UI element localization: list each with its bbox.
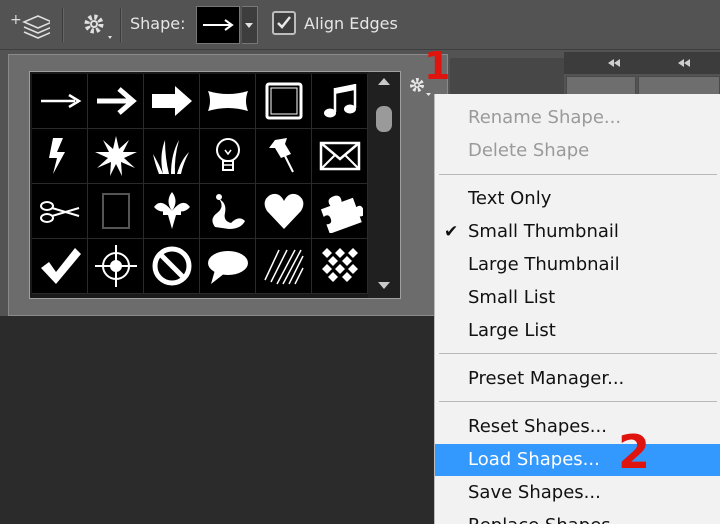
- shape-grid-scrollbar[interactable]: [368, 72, 400, 298]
- gear-icon[interactable]: [80, 10, 116, 46]
- shape-arrow[interactable]: [88, 74, 144, 129]
- shape-scissors[interactable]: [32, 184, 88, 239]
- shape-picker-swatch[interactable]: [196, 6, 240, 44]
- checkmark-icon: ✔: [444, 222, 459, 242]
- shape-picker-panel: [8, 54, 448, 316]
- shape-no-sign[interactable]: [144, 239, 200, 294]
- align-edges-checkbox[interactable]: [272, 11, 296, 35]
- shape-frame-thin[interactable]: [88, 184, 144, 239]
- menu-item-delete-shape: Delete Shape: [468, 140, 590, 161]
- menu-separator: [439, 174, 717, 175]
- shape-grid: [32, 74, 368, 294]
- shape-fleur-de-lis[interactable]: [144, 184, 200, 239]
- shape-ornament[interactable]: [200, 184, 256, 239]
- menu-separator: [439, 353, 717, 354]
- align-edges-label: Align Edges: [304, 14, 398, 33]
- checkbox-icon: [277, 16, 291, 29]
- scroll-down-arrow-icon[interactable]: [378, 282, 390, 289]
- menu-separator: [439, 401, 717, 402]
- shape-music-note[interactable]: [312, 74, 368, 129]
- collapse-icon[interactable]: [564, 52, 720, 74]
- shape-thick-arrow[interactable]: [144, 74, 200, 129]
- svg-text:+: +: [10, 12, 22, 28]
- menu-item-save-shapes[interactable]: Save Shapes...: [435, 477, 720, 509]
- menu-item-label: Small Thumbnail: [468, 221, 619, 242]
- shape-light-bulb[interactable]: [200, 129, 256, 184]
- shape-lightning[interactable]: [32, 129, 88, 184]
- toolbar-divider: [120, 8, 121, 42]
- shape-starburst[interactable]: [88, 129, 144, 184]
- chevron-down-icon: [245, 23, 253, 28]
- shape-grass[interactable]: [144, 129, 200, 184]
- shape-puzzle-piece[interactable]: [312, 184, 368, 239]
- shape-thin-arrow[interactable]: [32, 74, 88, 129]
- scrollbar-thumb[interactable]: [376, 106, 392, 132]
- shape-banner[interactable]: [200, 74, 256, 129]
- shape-checkmark[interactable]: [32, 239, 88, 294]
- menu-item-reset-shapes[interactable]: Reset Shapes...: [435, 411, 720, 443]
- menu-item-preset-manager[interactable]: Preset Manager...: [435, 363, 720, 395]
- callout-number-1: 1: [424, 44, 451, 88]
- callout-number-2: 2: [618, 425, 651, 479]
- panel-dock: [450, 58, 564, 98]
- shape-picker-dropdown[interactable]: [242, 6, 258, 44]
- menu-item-load-shapes[interactable]: Load Shapes...: [435, 444, 720, 476]
- shape-diamond-grid[interactable]: [312, 239, 368, 294]
- shape-label: Shape:: [130, 14, 186, 33]
- scroll-up-arrow-icon[interactable]: [378, 78, 390, 85]
- shape-heart[interactable]: [256, 184, 312, 239]
- menu-item-rename-shape: Rename Shape...: [468, 107, 622, 128]
- menu-item-text-only[interactable]: Text Only: [435, 183, 720, 215]
- shape-envelope[interactable]: [312, 129, 368, 184]
- shape-pushpin[interactable]: [256, 129, 312, 184]
- shape-grid-container: [29, 71, 401, 299]
- shape-options-menu: Rename Shape... Delete Shape Text Only ✔…: [434, 94, 720, 524]
- menu-item-small-thumbnail[interactable]: ✔ Small Thumbnail: [435, 216, 720, 248]
- shape-frame[interactable]: [256, 74, 312, 129]
- panel-dock-header: [564, 52, 720, 74]
- toolbar-divider: [62, 8, 63, 42]
- menu-item-large-list[interactable]: Large List: [435, 315, 720, 347]
- menu-item-small-list[interactable]: Small List: [435, 282, 720, 314]
- menu-item-large-thumbnail[interactable]: Large Thumbnail: [435, 249, 720, 281]
- shape-target[interactable]: [88, 239, 144, 294]
- arrow-icon: [203, 19, 234, 31]
- workspace-area: [0, 316, 434, 524]
- options-bar: + Shape: Align Edges: [0, 0, 720, 50]
- add-layer-icon[interactable]: +: [10, 8, 54, 46]
- menu-item-replace-shapes[interactable]: Replace Shapes...: [435, 510, 720, 524]
- shape-hatch-pattern[interactable]: [256, 239, 312, 294]
- shape-speech-bubble[interactable]: [200, 239, 256, 294]
